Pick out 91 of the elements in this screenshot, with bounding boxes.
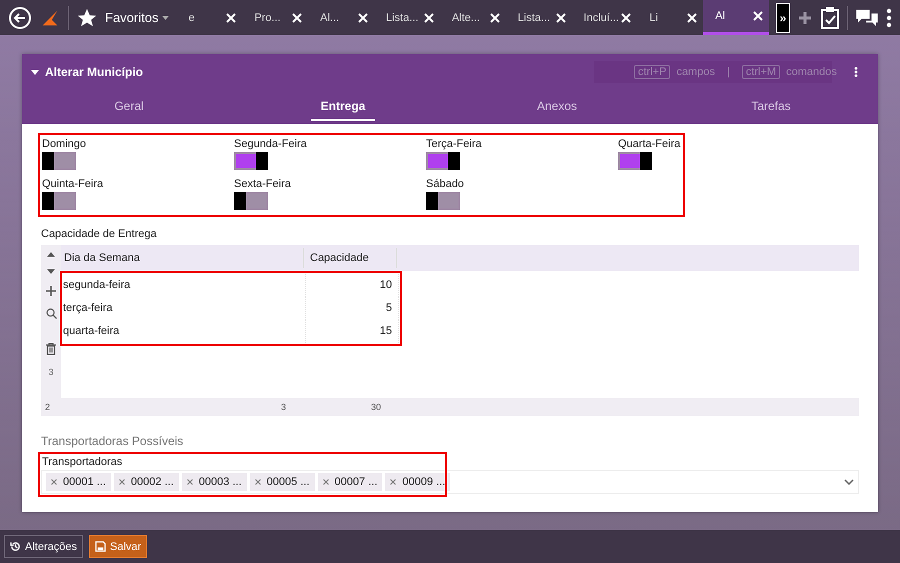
form-tab[interactable]: Tarefas: [741, 93, 801, 121]
column-header[interactable]: Dia da Semana: [61, 248, 304, 268]
toggle-label: Sexta-Feira: [234, 178, 291, 190]
chat-icon[interactable]: [855, 8, 879, 26]
collapse-icon[interactable]: [31, 70, 39, 74]
field-label: Transportadoras: [41, 455, 124, 468]
star-icon: [76, 6, 98, 28]
toggle-switch[interactable]: [426, 192, 460, 210]
section-title: Transportadoras Possíveis: [41, 434, 184, 448]
multiselect-field[interactable]: 00001 ... 00002 ... 00003 ... 00005 ... 00007 ... 00009 ...: [41, 470, 859, 494]
page-tab[interactable]: Alte...: [440, 0, 506, 35]
chip[interactable]: 00001 ...: [46, 473, 111, 491]
toggle-label: Domingo: [42, 138, 86, 150]
action-button[interactable]: Alterações: [4, 535, 83, 558]
overflow-button[interactable]: »: [776, 2, 790, 32]
close-icon[interactable]: [490, 12, 500, 22]
table-cell: segunda-feira: [63, 274, 306, 297]
form-tab[interactable]: Entrega: [310, 93, 376, 121]
toggle-label: Quarta-Feira: [618, 138, 680, 150]
form-title[interactable]: Alterar Município: [45, 65, 588, 79]
page-tab[interactable]: e: [176, 0, 242, 35]
row-count: 3: [48, 367, 54, 377]
add-icon[interactable]: [46, 286, 56, 296]
close-icon[interactable]: [226, 12, 236, 22]
close-icon[interactable]: [358, 12, 368, 22]
favorites-menu[interactable]: Favoritos: [105, 10, 170, 25]
footer-count: 3: [281, 402, 288, 412]
page-number: 2: [45, 402, 52, 412]
table-cell: 10: [306, 274, 399, 297]
close-icon[interactable]: [556, 12, 566, 22]
back-icon[interactable]: [8, 6, 32, 30]
chevron-icon[interactable]: [844, 479, 854, 485]
caret-icon: [162, 16, 170, 20]
shortcut-label: campos: [676, 66, 715, 78]
more-icon[interactable]: [886, 8, 892, 28]
close-icon[interactable]: [424, 12, 434, 22]
toggle-switch[interactable]: [42, 192, 76, 210]
page-tab[interactable]: Al...: [308, 0, 374, 35]
toggle-switch[interactable]: [618, 152, 652, 170]
chip[interactable]: 00005 ...: [250, 473, 314, 491]
toggle-label: Quinta-Feira: [42, 178, 104, 190]
close-icon[interactable]: [292, 12, 302, 22]
page-tab[interactable]: Pro...: [242, 0, 308, 35]
table-cell: quarta-feira: [63, 320, 306, 343]
form-tab[interactable]: Geral: [104, 93, 154, 121]
table-cell: 15: [306, 320, 399, 343]
shortcut-key: ctrl+M: [742, 65, 780, 79]
more-icon[interactable]: [854, 65, 858, 79]
toggle-label: Segunda-Feira: [234, 138, 307, 150]
toggle-switch[interactable]: [426, 152, 460, 170]
move-up-icon[interactable]: [47, 252, 55, 257]
trash-icon[interactable]: [46, 343, 56, 355]
page-tab[interactable]: Al: [703, 0, 770, 35]
save-icon: [94, 541, 106, 552]
remove-icon[interactable]: [322, 479, 328, 485]
history-icon: [10, 541, 21, 552]
close-icon[interactable]: [687, 12, 698, 22]
move-down-icon[interactable]: [47, 269, 55, 274]
chip[interactable]: 00009 ...: [385, 473, 450, 491]
remove-icon[interactable]: [118, 479, 125, 485]
toggle-switch[interactable]: [234, 152, 268, 170]
page-tab[interactable]: Lista...: [374, 0, 440, 35]
toggle-switch[interactable]: [42, 152, 76, 170]
plus-icon[interactable]: [797, 10, 813, 26]
toggle-label: Terça-Feira: [426, 138, 482, 150]
remove-icon[interactable]: [390, 479, 396, 485]
column-header[interactable]: Capacidade: [304, 248, 397, 268]
remove-icon[interactable]: [254, 479, 261, 485]
footer-total: 30: [371, 402, 382, 412]
form-tab[interactable]: Anexos: [526, 93, 588, 121]
page-tab[interactable]: Incluí...: [572, 0, 638, 35]
search-icon[interactable]: [46, 308, 56, 319]
action-button[interactable]: Salvar: [88, 535, 148, 558]
page-tab[interactable]: Li: [637, 0, 704, 35]
table-cell: terça-feira: [63, 297, 306, 320]
table-cell: 5: [306, 297, 399, 320]
clipboard-icon[interactable]: [820, 6, 840, 30]
shortcut-key: ctrl+P: [634, 65, 670, 79]
remove-icon[interactable]: [51, 479, 57, 485]
chip[interactable]: 00007 ...: [318, 473, 382, 491]
toggle-label: Sábado: [426, 178, 464, 190]
page-tab[interactable]: Lista...: [506, 0, 572, 35]
close-icon[interactable]: [621, 12, 632, 22]
remove-icon[interactable]: [186, 479, 193, 485]
shortcut-label: comandos: [786, 66, 837, 78]
section-title: Capacidade de Entrega: [41, 228, 158, 240]
toggle-switch[interactable]: [234, 192, 268, 210]
chip[interactable]: 00003 ...: [182, 473, 247, 491]
chip[interactable]: 00002 ...: [114, 473, 179, 491]
close-icon[interactable]: [753, 11, 764, 21]
separator-text: |: [726, 66, 730, 78]
